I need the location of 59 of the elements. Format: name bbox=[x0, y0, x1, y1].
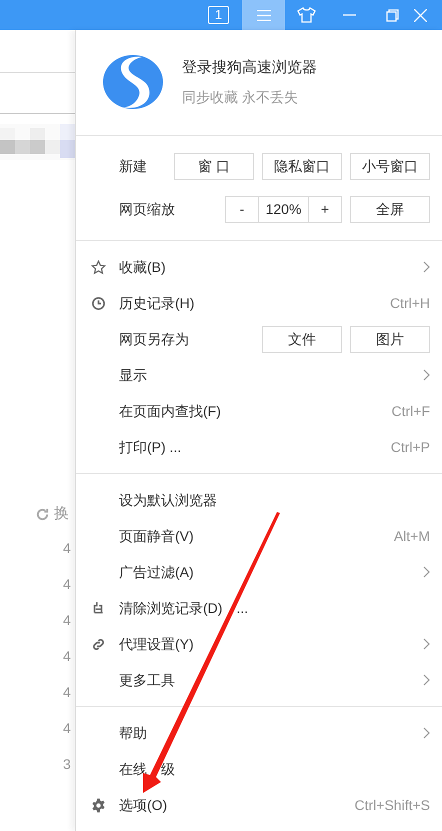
menu-item[interactable]: 设为默认浏览器 bbox=[76, 482, 442, 518]
menu-item[interactable]: 广告过滤(A) bbox=[76, 554, 442, 590]
menu-item[interactable]: 显示 bbox=[76, 357, 442, 393]
close-icon bbox=[414, 8, 427, 22]
shortcut-text: Ctrl+Shift+S bbox=[354, 796, 430, 814]
zoom-in-button[interactable]: + bbox=[308, 196, 342, 223]
menu-button[interactable]: 文件 bbox=[262, 326, 342, 352]
chevron-right-icon bbox=[423, 261, 430, 273]
menu-item[interactable]: 在页面内查找(F) Ctrl+F bbox=[76, 393, 442, 429]
label-fragment: 级 bbox=[161, 760, 175, 778]
gear-icon bbox=[91, 798, 106, 812]
menu-item[interactable]: 收藏(B) bbox=[76, 249, 442, 285]
login-subtitle: 同步收藏 永不丢失 bbox=[182, 88, 299, 108]
shortcut-text: Ctrl+F bbox=[392, 402, 430, 420]
row-label: 网页缩放 bbox=[119, 200, 176, 219]
menu-icon bbox=[256, 10, 270, 20]
menu-item[interactable]: 页面静音(V) Alt+M bbox=[76, 518, 442, 554]
menu-button[interactable] bbox=[242, 0, 285, 30]
chevron-right-icon bbox=[423, 369, 430, 381]
menu-button[interactable]: 窗 口 bbox=[174, 152, 254, 180]
menu-item[interactable]: 打印(P) ... Ctrl+P bbox=[76, 429, 442, 465]
menu-item[interactable]: 网页另存为 文件 图片 bbox=[76, 321, 442, 357]
chevron-right-icon bbox=[423, 638, 430, 650]
minimize-icon bbox=[343, 14, 356, 16]
logo-icon[interactable] bbox=[102, 54, 164, 110]
shirt-icon bbox=[297, 7, 316, 23]
refresh-icon bbox=[35, 506, 50, 522]
list-number: 4 bbox=[63, 718, 72, 738]
star-icon bbox=[91, 260, 106, 274]
menu-item[interactable]: 历史记录(H) Ctrl+H bbox=[76, 285, 442, 321]
shortcut-text: Ctrl+H bbox=[390, 294, 430, 312]
zoom-out-button[interactable]: - bbox=[225, 196, 259, 223]
shortcut-text: Ctrl+P bbox=[390, 438, 430, 456]
row-label: 新建 bbox=[119, 156, 148, 176]
menu-item[interactable]: 选项(O) Ctrl+Shift+S bbox=[76, 787, 442, 823]
chevron-right-icon bbox=[423, 566, 430, 578]
chevron-right-icon bbox=[423, 674, 430, 686]
eraser-icon bbox=[91, 601, 105, 615]
menu-item[interactable]: 更多工具 bbox=[76, 662, 442, 698]
list-number: 4 bbox=[63, 682, 72, 702]
restore-icon bbox=[386, 8, 399, 22]
login-title[interactable]: 登录搜狗高速浏览器 bbox=[182, 56, 317, 80]
list-number: 4 bbox=[63, 538, 72, 558]
chevron-right-icon bbox=[423, 727, 430, 739]
menu-item[interactable]: 清除浏览记录(D) ... bbox=[76, 590, 442, 626]
menu-button[interactable]: 图片 bbox=[350, 326, 430, 352]
menu-button[interactable]: 隐私窗口 bbox=[262, 152, 342, 180]
fullscreen-button[interactable]: 全屏 bbox=[350, 196, 430, 223]
menu-button[interactable]: 小号窗口 bbox=[350, 152, 430, 180]
menu-item[interactable]: 帮助 bbox=[76, 715, 442, 751]
list-number: 3 bbox=[63, 754, 72, 774]
link-icon bbox=[91, 636, 106, 652]
shortcut-text: Alt+M bbox=[394, 526, 430, 546]
clock-icon bbox=[91, 296, 106, 310]
menu-item[interactable]: 代理设置(Y) bbox=[76, 626, 442, 662]
list-number: 4 bbox=[63, 646, 72, 666]
label-fragment: ... bbox=[236, 598, 248, 618]
list-number: 4 bbox=[63, 574, 72, 594]
list-number: 4 bbox=[63, 610, 72, 630]
